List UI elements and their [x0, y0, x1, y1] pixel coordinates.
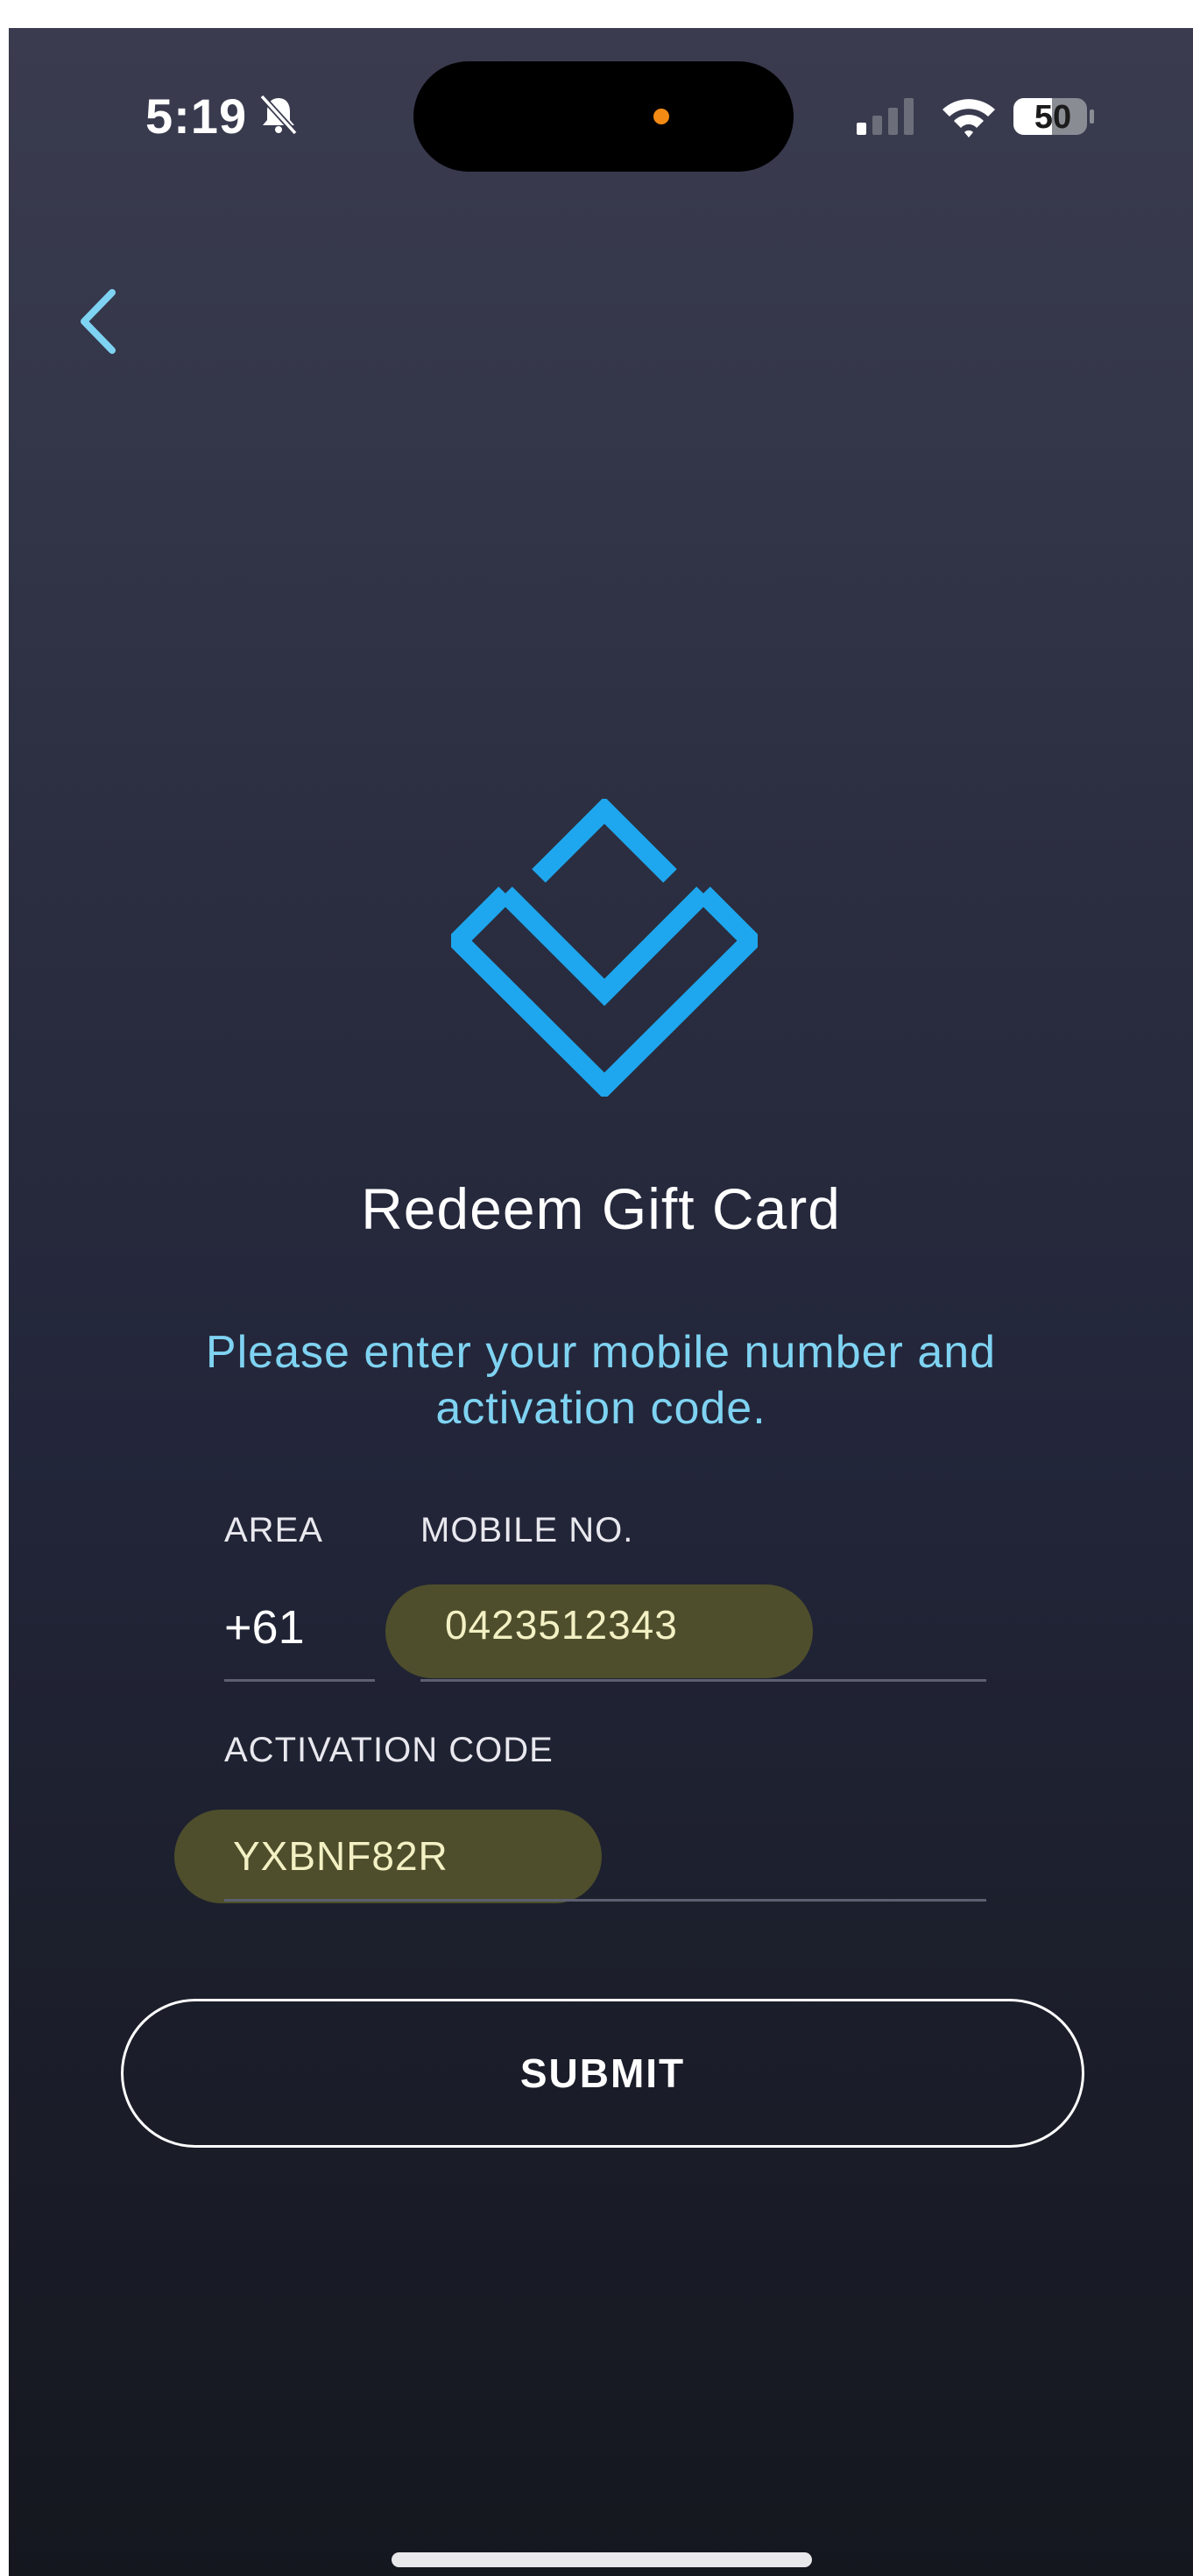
- activation-code-value: YXBNF82R: [233, 1833, 448, 1879]
- mobile-label: MOBILE NO.: [420, 1511, 634, 1549]
- submit-button[interactable]: SUBMIT: [121, 1999, 1084, 2148]
- subtitle-line-2: activation code.: [435, 1383, 766, 1434]
- page-title: Redeem Gift Card: [361, 1176, 841, 1241]
- dynamic-island: [413, 61, 794, 172]
- area-code-value: +61: [224, 1601, 305, 1654]
- subtitle-line-1: Please enter your mobile number and: [205, 1327, 997, 1378]
- battery-level: 50: [1034, 99, 1072, 136]
- privacy-indicator-dot: [653, 109, 669, 124]
- activation-code-label: ACTIVATION CODE: [224, 1731, 554, 1769]
- signal-icon: [857, 98, 914, 135]
- mobile-number-value: 0423512343: [445, 1602, 678, 1648]
- app-screen: 5:19 50 Redeem Gift Card Please enter yo…: [9, 28, 1193, 2576]
- diamond-logo-icon: [451, 799, 758, 1097]
- activation-underline: [224, 1899, 986, 1902]
- wifi-icon: [942, 99, 995, 138]
- status-bar: 5:19 50: [9, 28, 1193, 172]
- status-time: 5:19: [145, 88, 248, 144]
- home-indicator[interactable]: [392, 2552, 812, 2567]
- area-underline: [224, 1679, 375, 1682]
- bell-slash-icon: [259, 94, 298, 136]
- mobile-underline: [420, 1679, 986, 1682]
- area-label: AREA: [224, 1511, 323, 1549]
- back-button[interactable]: [70, 282, 131, 361]
- page-subtitle: Please enter your mobile number and acti…: [140, 1324, 1062, 1436]
